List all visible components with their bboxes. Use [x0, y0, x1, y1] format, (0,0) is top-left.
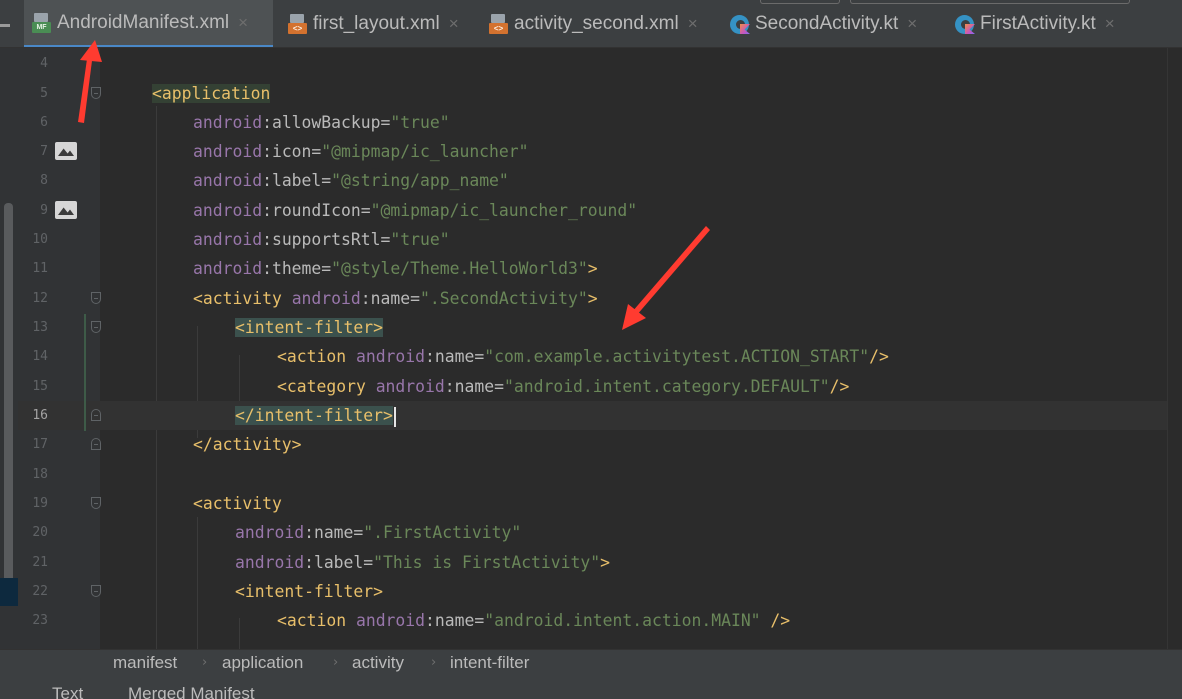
line-number: 7 [40, 144, 48, 159]
kotlin-class-file-icon [955, 14, 975, 34]
indent-guide [239, 618, 240, 649]
code-line-16: </intent-filter> [235, 401, 396, 430]
fold-collapse-icon[interactable] [91, 87, 101, 99]
line-number: 23 [32, 613, 48, 628]
line-number: 22 [32, 584, 48, 599]
line-number: 12 [32, 291, 48, 306]
tab-first-layout[interactable]: <> first_layout.xml × [280, 0, 472, 47]
code-line-19: <activity [193, 494, 282, 513]
breadcrumb-separator: › [202, 655, 208, 670]
code-line-20: android:name=".FirstActivity" [235, 523, 522, 542]
tab-close-icon[interactable]: × [907, 14, 917, 34]
editor-mode-tabs: Text Merged Manifest [0, 677, 1182, 699]
fold-expand-icon[interactable] [91, 409, 101, 421]
tab-android-manifest[interactable]: MF AndroidManifest.xml × [24, 0, 273, 47]
line-number: 4 [40, 56, 48, 71]
code-line-8: android:label="@string/app_name" [193, 171, 509, 190]
code-line-11: android:theme="@style/Theme.HelloWorld3"… [193, 259, 598, 278]
code-line-15: <category android:name="android.intent.c… [277, 377, 850, 396]
image-resource-icon[interactable] [55, 142, 77, 160]
breadcrumb-item-intent-filter[interactable]: intent-filter [450, 650, 529, 678]
code-line-12: <activity android:name=".SecondActivity"… [193, 289, 598, 308]
tab-close-icon[interactable]: × [449, 14, 459, 34]
breadcrumb: manifest › application › activity › inte… [0, 649, 1182, 677]
panel-selection-marker [0, 578, 18, 606]
code-line-17: </activity> [193, 435, 302, 454]
line-number: 15 [32, 379, 48, 394]
tab-label: FirstActivity.kt [980, 13, 1096, 34]
tab-text[interactable]: Text [52, 683, 83, 699]
vcs-change-marker[interactable] [84, 314, 86, 431]
tab-first-activity-kt[interactable]: FirstActivity.kt × [947, 0, 1137, 47]
code-line-21: android:label="This is FirstActivity"> [235, 553, 611, 572]
tab-close-icon[interactable]: × [238, 13, 248, 33]
line-number: 17 [32, 437, 48, 452]
fold-collapse-icon[interactable] [91, 585, 101, 597]
editor-vertical-scrollbar[interactable] [1167, 48, 1182, 649]
code-line-13: <intent-filter> [235, 318, 384, 337]
line-number: 20 [32, 525, 48, 540]
current-line-number: 16 [32, 408, 48, 423]
breadcrumb-separator: › [431, 655, 437, 670]
tab-merged-manifest[interactable]: Merged Manifest [128, 683, 255, 699]
current-line-highlight [18, 401, 1167, 430]
text-cursor [393, 406, 396, 427]
layout-xml-file-icon: <> [288, 14, 307, 34]
code-line-9: android:roundIcon="@mipmap/ic_launcher_r… [193, 201, 638, 220]
project-panel-edge [0, 48, 18, 649]
fold-collapse-icon[interactable] [91, 321, 101, 333]
manifest-file-icon: MF [32, 12, 51, 33]
editor-tab-bar: MF AndroidManifest.xml × <> first_layout… [0, 0, 1182, 48]
tab-close-icon[interactable]: × [688, 14, 698, 34]
indent-guide [156, 106, 157, 649]
tab-label: first_layout.xml [313, 13, 440, 34]
line-number: 5 [40, 86, 48, 101]
code-line-7: android:icon="@mipmap/ic_launcher" [193, 142, 529, 161]
tab-label: SecondActivity.kt [755, 13, 899, 34]
tab-close-icon[interactable]: × [1105, 14, 1115, 34]
line-number: 18 [32, 467, 48, 482]
tab-second-activity-kt[interactable]: SecondActivity.kt × [722, 0, 944, 47]
line-number: 10 [32, 232, 48, 247]
code-line-22: <intent-filter> [235, 582, 384, 601]
line-number: 14 [32, 349, 48, 364]
line-number: 21 [32, 555, 48, 570]
tab-label: activity_second.xml [514, 13, 679, 34]
code-line-10: android:supportsRtl="true" [193, 230, 450, 249]
layout-xml-file-icon: <> [489, 14, 508, 34]
breadcrumb-item-manifest[interactable]: manifest [113, 650, 177, 678]
line-number: 6 [40, 115, 48, 130]
breadcrumb-item-activity[interactable]: activity [352, 650, 404, 678]
code-line-14: <action android:name="com.example.activi… [277, 347, 889, 366]
image-resource-icon[interactable] [55, 201, 77, 219]
line-number: 8 [40, 173, 48, 188]
tab-label: AndroidManifest.xml [57, 11, 230, 33]
fold-collapse-icon[interactable] [91, 292, 101, 304]
line-number: 11 [32, 261, 48, 276]
line-number: 9 [40, 203, 48, 218]
breadcrumb-separator: › [333, 655, 339, 670]
kotlin-class-file-icon [730, 14, 750, 34]
tab-bar-scroll-marker [0, 24, 10, 27]
panel-scrollbar[interactable] [4, 203, 13, 596]
tab-activity-second[interactable]: <> activity_second.xml × [481, 0, 714, 47]
indent-guide [197, 517, 198, 649]
line-number: 19 [32, 496, 48, 511]
fold-expand-icon[interactable] [91, 438, 101, 450]
breadcrumb-item-application[interactable]: application [222, 650, 303, 678]
code-line-23: <action android:name="android.intent.act… [277, 611, 791, 630]
line-number: 13 [32, 320, 48, 335]
code-line-5: <application [152, 84, 271, 103]
fold-collapse-icon[interactable] [91, 497, 101, 509]
code-line-6: android:allowBackup="true" [193, 113, 450, 132]
